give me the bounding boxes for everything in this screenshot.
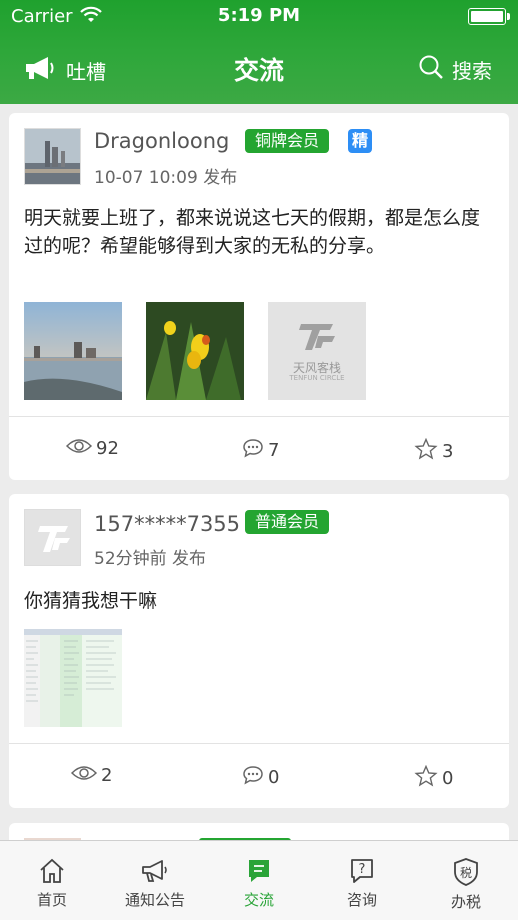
home-icon	[0, 857, 104, 885]
comment-icon	[242, 765, 268, 790]
battery-icon	[468, 8, 510, 25]
post-image[interactable]	[146, 302, 244, 400]
post-content[interactable]: 你猜猜我想干嘛	[24, 587, 494, 615]
tab-notices-label: 通知公告	[124, 891, 185, 909]
post-image[interactable]	[24, 302, 122, 400]
post-time: 52分钟前 发布	[94, 549, 207, 569]
star-icon	[414, 437, 442, 465]
svg-text:税: 税	[460, 866, 472, 880]
eye-icon	[70, 765, 101, 786]
header: Carrier 5:19 PM 吐槽 交流 搜索	[0, 0, 518, 104]
tab-tax-label: 办税	[450, 893, 481, 911]
search-label: 搜索	[452, 59, 492, 83]
comments-button[interactable]: 0	[242, 765, 279, 790]
tab-community[interactable]: 交流	[207, 841, 311, 920]
search-icon	[418, 54, 452, 85]
post-card[interactable]: 157*****7355 普通会员 52分钟前 发布 你猜猜我想干嘛 2 0 0	[9, 494, 509, 808]
views-count: 2	[101, 765, 113, 786]
comments-button[interactable]: 7	[242, 438, 279, 463]
nav-bar: 吐槽 交流 搜索	[0, 34, 518, 104]
placeholder-logo-sub: TENFUN CIRCLE	[289, 374, 345, 382]
views-stat: 92	[65, 438, 119, 459]
tab-home-label: 首页	[36, 891, 67, 909]
post-time: 10-07 10:09 发布	[94, 168, 238, 188]
views-stat: 2	[70, 765, 113, 786]
star-icon	[414, 764, 442, 792]
username[interactable]: 157*****7355	[94, 512, 240, 536]
member-badge: 普通会员	[245, 510, 330, 534]
divider	[9, 743, 509, 744]
divider	[9, 416, 509, 417]
avatar[interactable]	[24, 128, 81, 185]
favorite-button[interactable]: 0	[414, 764, 454, 792]
username[interactable]: Dragonloong	[94, 129, 229, 153]
eye-icon	[65, 438, 96, 459]
status-bar: Carrier 5:19 PM	[0, 0, 518, 34]
member-badge: 铜牌会员	[245, 129, 330, 153]
tab-home[interactable]: 首页	[0, 841, 104, 920]
tab-community-label: 交流	[243, 891, 274, 909]
tab-bar: 首页 通知公告 交流 ? 咨询 税 办税	[0, 840, 518, 920]
svg-text:?: ?	[359, 862, 366, 877]
avatar[interactable]	[24, 509, 81, 566]
chat-icon	[207, 857, 311, 885]
post-image-placeholder[interactable]: 天风客栈 TENFUN CIRCLE	[268, 302, 366, 400]
post-card[interactable]: Dragonloong 铜牌会员 精 10-07 10:09 发布 明天就要上班…	[9, 113, 509, 480]
tab-consult[interactable]: ? 咨询	[310, 841, 414, 920]
post-image[interactable]	[24, 629, 122, 727]
featured-badge: 精	[348, 129, 372, 153]
comments-count: 0	[268, 767, 280, 788]
comment-icon	[242, 438, 268, 463]
tax-shield-icon: 税	[414, 857, 518, 887]
tab-notices[interactable]: 通知公告	[103, 841, 207, 920]
search-button[interactable]: 搜索	[418, 54, 492, 85]
question-icon: ?	[310, 857, 414, 885]
views-count: 92	[96, 438, 119, 459]
tab-consult-label: 咨询	[346, 891, 377, 909]
megaphone-icon	[103, 857, 207, 885]
clock: 5:19 PM	[217, 5, 301, 26]
favorites-count: 3	[442, 441, 454, 462]
favorites-count: 0	[442, 768, 454, 789]
comments-count: 7	[268, 440, 280, 461]
favorite-button[interactable]: 3	[414, 437, 454, 465]
post-content[interactable]: 明天就要上班了，都来说说这七天的假期，都是怎么度过的呢？希望能够得到大家的无私的…	[24, 204, 494, 260]
tab-tax[interactable]: 税 办税	[414, 841, 518, 920]
